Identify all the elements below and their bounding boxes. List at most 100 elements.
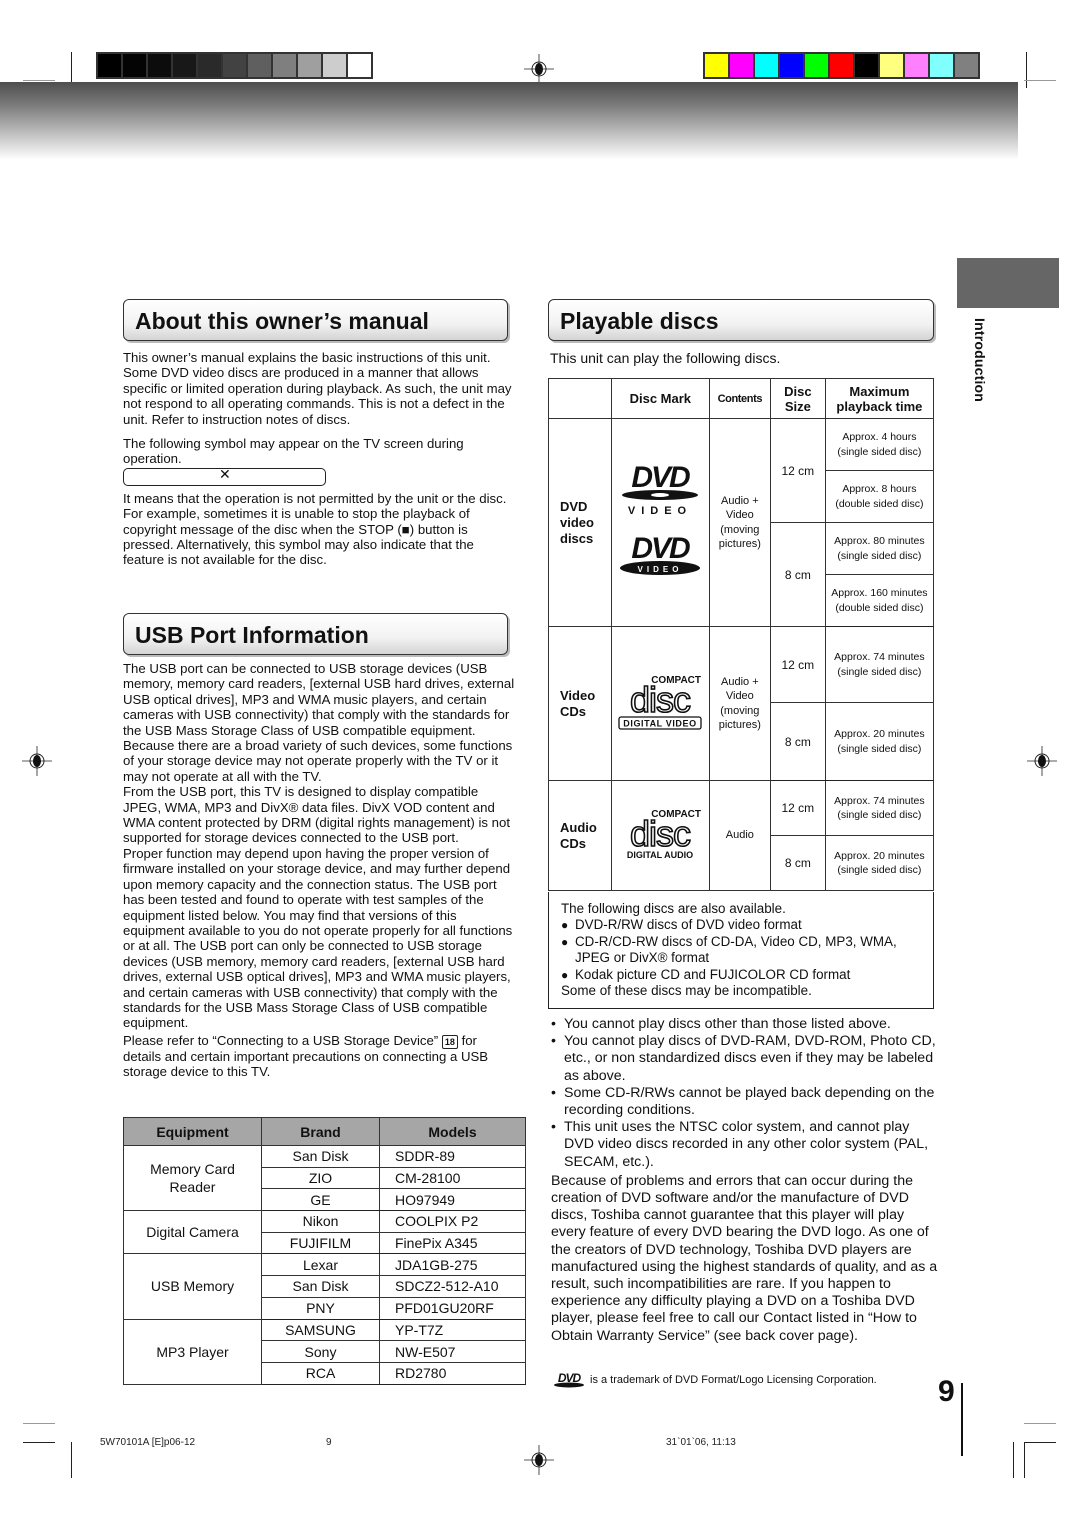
model-cell: COOLPIX P2 [379,1210,526,1233]
calibration-swatch [198,54,221,77]
model-cell: NW-E507 [379,1340,526,1363]
equipment-cell: Memory Card Reader [123,1144,262,1212]
calibration-swatch [855,54,878,77]
bullet-icon: • [551,1119,556,1136]
svg-text:disc: disc [630,679,691,720]
crop-mark [1024,1423,1056,1424]
disc-type-cell: Video CDs [548,626,612,781]
calibration-swatch [98,54,121,77]
brand-cell: San Disk [261,1145,380,1168]
calibration-swatch [755,54,778,77]
list-item: ● Kodak picture CD and FUJICOLOR CD forma… [561,966,851,982]
other-discs-box: The following discs are also available. … [548,892,934,1009]
calibration-swatch [705,54,728,77]
calibration-swatch [148,54,171,77]
calibration-swatch [273,54,296,77]
table-row: Digital Camera Nikon COOLPIX P2 [123,1210,526,1255]
calibration-swatch [955,54,978,77]
equipment-cell: MP3 Player [123,1318,262,1385]
crop-mark [23,1423,55,1424]
svg-text:disc: disc [630,813,691,854]
usb-paragraph: The USB port can be connected to USB sto… [123,661,515,784]
brand-cell: ZIO [261,1166,380,1190]
brand-cell: FUJIFILM [261,1231,380,1255]
symbol-example: For example, sometimes it is unable to s… [123,506,474,568]
column-header: Brand [261,1117,380,1146]
model-cell: PFD01GU20RF [379,1296,526,1320]
compact-disc-digital-video-logo-icon: COMPACT disc DIGITAL VIDEO [618,675,702,730]
equipment-cell: Digital Camera [123,1210,262,1255]
compact-disc-digital-audio-logo-icon: COMPACT disc DIGITAL AUDIO [627,809,701,860]
list-item: ● DVD-R/RW discs of DVD video format [561,917,802,933]
header-gradient-band [0,82,1018,160]
crop-mark [1024,1442,1056,1443]
model-cell: SDCZ2-512-A10 [379,1275,526,1298]
model-cell: FinePix A345 [379,1231,526,1255]
calibration-swatch [298,54,321,77]
footer-timestamp: 31`01`06, 11:13 [666,1437,736,1448]
playback-time-cell: Approx. 4 hours (single sided disc) [824,418,935,471]
column-header: Disc Mark [610,378,710,419]
brand-cell: SAMSUNG [261,1318,380,1342]
grayscale-calibration-bar [96,52,373,79]
column-header: Equipment [123,1117,262,1146]
brand-cell: San Disk [261,1275,380,1298]
page-number: 9 [938,1375,955,1408]
table-row: Video CDs COMPACT disc DIGITAL VIDEO Aud… [548,626,935,781]
bullet-icon: ● [561,967,569,982]
about-manual-heading: About this owner’s manual [123,299,508,341]
usb-body: The USB port can be connected to USB sto… [123,661,515,1080]
bullet-icon: • [551,1084,556,1101]
symbol-intro: The following symbol may appear on the T… [123,436,464,467]
crop-mark [1024,80,1056,81]
playback-time-cell: Approx. 20 minutes (single sided disc) [824,835,935,891]
disc-type-cell: Audio CDs [548,780,612,891]
svg-text:DVD: DVD [632,461,691,494]
calibration-swatch [880,54,903,77]
playable-discs-heading: Playable discs [548,299,934,341]
column-header: Disc Size [769,378,826,419]
crop-mark [71,1442,72,1478]
page-reference-link[interactable]: 18 [441,1034,458,1049]
stop-icon: ■ [401,521,410,537]
disc-size-cell: 8 cm [769,702,826,781]
calibration-swatch [905,54,928,77]
prohibited-x-icon: ✕ [219,465,231,482]
brand-cell: PNY [261,1296,380,1320]
calibration-swatch [830,54,853,77]
calibration-swatch [730,54,753,77]
contents-cell: Audio + Video (moving pictures) [708,418,771,627]
calibration-swatch [930,54,953,77]
about-body: This owner’s manual explains the basic i… [123,350,513,568]
symbol-meaning: It means that the operation is not permi… [123,490,507,506]
playback-time-cell: Approx. 74 minutes (single sided disc) [824,780,935,836]
table-row: USB Memory Lexar JDA1GB-275 [123,1253,526,1320]
svg-text:VIDEO: VIDEO [628,505,692,517]
registration-mark-icon [1027,746,1057,776]
brand-cell: Lexar [261,1253,380,1277]
playable-intro: This unit can play the following discs. [550,350,781,366]
calibration-swatch [223,54,246,77]
equipment-cell: USB Memory [123,1253,262,1320]
registration-mark-icon [524,54,554,84]
disc-type-cell: DVD video discs [548,418,612,627]
model-cell: SDDR-89 [379,1145,526,1168]
svg-text:DVD: DVD [632,532,691,565]
brand-cell: Sony [261,1340,380,1363]
table-row: Memory Card Reader San Disk SDDR-89 [123,1144,526,1212]
column-header: Maximum playback time [824,378,935,419]
svg-text:VIDEO: VIDEO [638,565,683,574]
list-item: • Some CD-R/RWs cannot be played back dep… [551,1084,935,1119]
model-cell: JDA1GB-275 [379,1253,526,1277]
list-item: • You cannot play discs other than those … [551,1016,891,1032]
footer-file-id: 5W70101A [E]p06-12 [100,1437,196,1448]
table-row: Audio CDs COMPACT disc DIGITAL AUDIO Aud… [548,780,935,891]
page-number-rule [961,1383,963,1456]
playback-time-cell: Approx. 74 minutes (single sided disc) [824,626,935,703]
compatibility-paragraph: Because of problems and errors that can … [551,1172,938,1344]
disc-size-cell: 12 cm [769,418,826,523]
table-row: DVD video discs DVD VIDEO DVD VIDEO Audi… [548,418,935,627]
bullet-icon: • [551,1016,556,1032]
table-row: MP3 Player SAMSUNG YP-T7Z [123,1318,526,1385]
crop-mark [23,80,55,81]
